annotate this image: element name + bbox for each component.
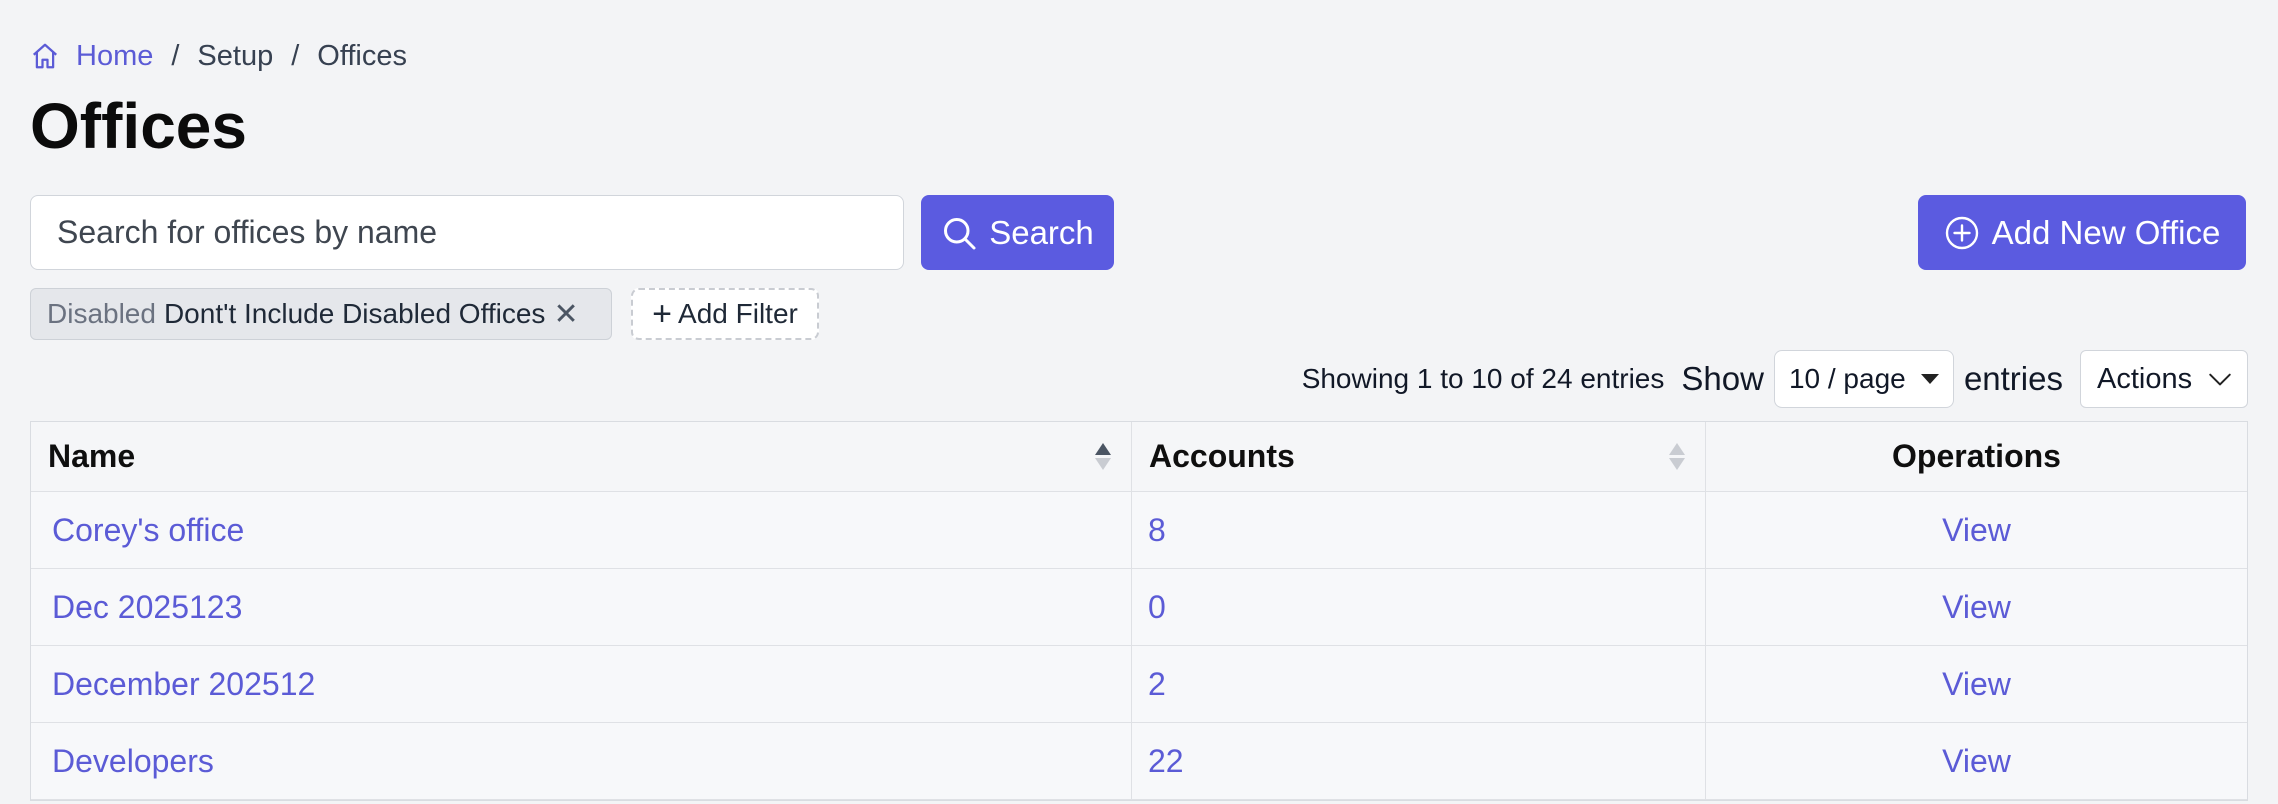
actions-dropdown[interactable]: Actions [2080, 350, 2248, 408]
breadcrumb-setup[interactable]: Setup [197, 40, 273, 73]
plus-circle-icon [1945, 216, 1978, 249]
table-row: December 202512 2 View [31, 646, 2247, 723]
column-header-operations: Operations [1706, 422, 2247, 491]
breadcrumb-separator: / [171, 39, 180, 72]
view-link[interactable]: View [1942, 743, 2011, 780]
office-name-link[interactable]: Developers [52, 743, 214, 780]
entries-label: entries [1963, 360, 2063, 397]
filter-key: Disabled [47, 298, 156, 329]
chevron-down-icon [2209, 373, 2231, 386]
page-size-select[interactable]: 10 / page [1773, 350, 1954, 408]
column-header-name-label: Name [48, 438, 136, 474]
search-icon [944, 217, 976, 249]
view-link[interactable]: View [1942, 512, 2011, 549]
accounts-cell: 22 [1132, 723, 1706, 799]
accounts-count-link[interactable]: 2 [1148, 666, 1166, 703]
accounts-cell: 2 [1132, 646, 1706, 722]
office-name-cell: Developers [31, 723, 1132, 799]
table-header-row: Name Accounts Operations [31, 422, 2247, 492]
sort-icon[interactable] [1095, 443, 1111, 470]
offices-table: Name Accounts Operations Corey's office … [30, 421, 2248, 801]
sort-icon[interactable] [1669, 443, 1685, 470]
pagination-toolbar: Showing 1 to 10 of 24 entries Show 10 / … [1290, 349, 2248, 409]
home-icon [33, 43, 57, 69]
table-row: Corey's office 8 View [31, 492, 2247, 569]
actions-label: Actions [2097, 362, 2193, 395]
accounts-cell: 8 [1132, 492, 1706, 568]
search-button[interactable]: Search [921, 195, 1114, 270]
breadcrumb-home-link[interactable]: Home [30, 40, 153, 73]
operations-cell: View [1706, 723, 2247, 799]
page-size-value: 10 / page [1788, 363, 1906, 394]
office-name-cell: Dec 2025123 [31, 569, 1132, 645]
remove-filter-icon[interactable]: ✕ [553, 297, 578, 332]
view-link[interactable]: View [1942, 589, 2011, 626]
show-label: Show [1681, 360, 1764, 397]
office-name-cell: December 202512 [31, 646, 1132, 722]
breadcrumb-current: Offices [317, 39, 407, 72]
accounts-cell: 0 [1132, 569, 1706, 645]
filter-value: Dont't Include Disabled Offices [163, 298, 546, 329]
add-filter-button[interactable]: + Add Filter [631, 288, 819, 340]
breadcrumb-separator: / [291, 39, 300, 72]
table-row: Dec 2025123 0 View [31, 569, 2247, 646]
column-header-name[interactable]: Name [31, 422, 1132, 491]
caret-down-icon [1920, 374, 1939, 384]
view-link[interactable]: View [1942, 666, 2011, 703]
accounts-count-link[interactable]: 22 [1148, 743, 1184, 780]
column-header-operations-label: Operations [1892, 438, 2061, 474]
entries-summary: Showing 1 to 10 of 24 entries [1301, 363, 1665, 394]
add-new-office-label: Add New Office [1991, 213, 2221, 251]
operations-cell: View [1706, 646, 2247, 722]
column-header-accounts[interactable]: Accounts [1132, 422, 1706, 491]
office-name-link[interactable]: December 202512 [52, 666, 315, 703]
breadcrumb: Home / Setup / Offices [30, 36, 407, 76]
filter-chip-disabled[interactable]: Disabled Dont't Include Disabled Offices… [30, 288, 612, 340]
plus-icon: + [652, 295, 673, 333]
accounts-count-link[interactable]: 8 [1148, 512, 1166, 549]
office-name-link[interactable]: Dec 2025123 [52, 589, 242, 626]
page-title: Offices [30, 90, 247, 162]
table-row: Developers 22 View [31, 723, 2247, 800]
office-name-cell: Corey's office [31, 492, 1132, 568]
column-header-accounts-label: Accounts [1149, 438, 1295, 474]
operations-cell: View [1706, 492, 2247, 568]
accounts-count-link[interactable]: 0 [1148, 589, 1166, 626]
search-button-label: Search [989, 213, 1094, 251]
breadcrumb-home-label: Home [76, 39, 154, 72]
office-name-link[interactable]: Corey's office [52, 512, 244, 549]
operations-cell: View [1706, 569, 2247, 645]
add-new-office-button[interactable]: Add New Office [1918, 195, 2246, 270]
search-input[interactable] [30, 195, 904, 270]
add-filter-label: Add Filter [678, 298, 798, 329]
